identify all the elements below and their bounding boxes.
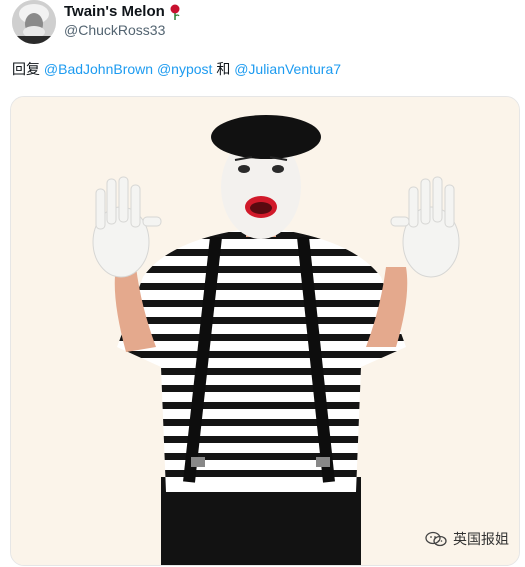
rose-icon: [170, 4, 180, 20]
avatar-image: [12, 0, 56, 44]
wechat-icon: [425, 531, 447, 547]
user-handle[interactable]: @ChuckRoss33: [64, 22, 165, 38]
display-name-row[interactable]: Twain's Melon: [64, 3, 181, 20]
watermark: 英国报姐: [425, 529, 509, 549]
mention-link[interactable]: @BadJohnBrown: [44, 61, 153, 77]
avatar[interactable]: [12, 0, 56, 44]
reply-joiner: 和: [216, 61, 231, 77]
watermark-text: 英国报姐: [453, 531, 509, 547]
display-name[interactable]: Twain's Melon: [64, 3, 165, 20]
mention-link[interactable]: @nypost: [157, 61, 212, 77]
mention-link[interactable]: @JulianVentura7: [234, 61, 341, 77]
reply-context: 回复 @BadJohnBrown @nypost 和 @JulianVentur…: [12, 59, 341, 79]
tweet-media-image[interactable]: 英国报姐: [10, 96, 520, 566]
reply-prefix: 回复: [12, 61, 40, 77]
mime-photo: [11, 97, 519, 565]
